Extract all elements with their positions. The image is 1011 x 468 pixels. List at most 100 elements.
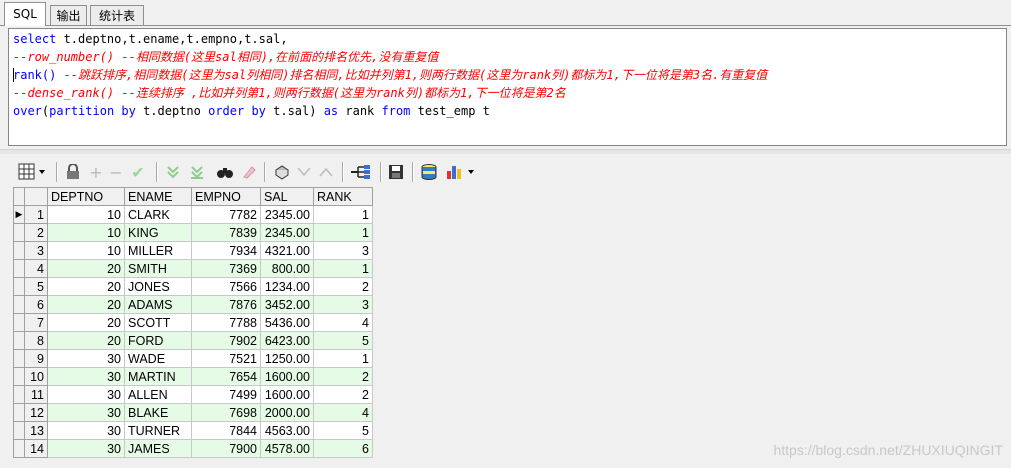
cell-rank[interactable]: 5 xyxy=(313,421,373,440)
cell-deptno[interactable]: 30 xyxy=(47,403,125,422)
cell-deptno[interactable]: 30 xyxy=(47,439,125,458)
cell-empno[interactable]: 7566 xyxy=(191,277,261,296)
print-icon[interactable] xyxy=(272,161,292,183)
cell-deptno[interactable]: 20 xyxy=(47,295,125,314)
cell-rank[interactable]: 1 xyxy=(313,205,373,224)
cell-sal[interactable]: 1600.00 xyxy=(260,385,314,404)
row-indicator[interactable] xyxy=(13,259,25,278)
row-number[interactable]: 7 xyxy=(24,313,48,332)
cell-empno[interactable]: 7698 xyxy=(191,403,261,422)
row-number[interactable]: 1 xyxy=(24,205,48,224)
cell-empno[interactable]: 7934 xyxy=(191,241,261,260)
table-row[interactable]: 14 30 JAMES 7900 4578.00 6 xyxy=(13,439,373,458)
cell-empno[interactable]: 7654 xyxy=(191,367,261,386)
cell-empno[interactable]: 7499 xyxy=(191,385,261,404)
tab-statistics[interactable]: 统计表 xyxy=(90,5,144,25)
cell-empno[interactable]: 7876 xyxy=(191,295,261,314)
cell-ename[interactable]: SMITH xyxy=(124,259,192,278)
row-indicator[interactable]: ▶ xyxy=(13,205,25,224)
cell-deptno[interactable]: 10 xyxy=(47,241,125,260)
result-grid[interactable]: DEPTNO ENAME EMPNO SAL RANK ▶ 1 10 CLARK 778… xyxy=(13,187,373,458)
tab-sql[interactable]: SQL xyxy=(4,2,46,26)
row-indicator[interactable] xyxy=(13,295,25,314)
row-number[interactable]: 11 xyxy=(24,385,48,404)
export-db-icon[interactable] xyxy=(418,161,440,183)
cell-ename[interactable]: ADAMS xyxy=(124,295,192,314)
row-indicator[interactable] xyxy=(13,367,25,386)
cell-rank[interactable]: 2 xyxy=(313,385,373,404)
clear-icon[interactable] xyxy=(240,161,258,183)
cell-ename[interactable]: WADE xyxy=(124,349,192,368)
cell-ename[interactable]: JAMES xyxy=(124,439,192,458)
cell-ename[interactable]: JONES xyxy=(124,277,192,296)
table-row[interactable]: 5 20 JONES 7566 1234.00 2 xyxy=(13,277,373,296)
cell-deptno[interactable]: 30 xyxy=(47,349,125,368)
cell-deptno[interactable]: 20 xyxy=(47,277,125,296)
cell-sal[interactable]: 4563.00 xyxy=(260,421,314,440)
table-row[interactable]: 11 30 ALLEN 7499 1600.00 2 xyxy=(13,385,373,404)
cell-sal[interactable]: 1250.00 xyxy=(260,349,314,368)
filter-down-icon[interactable] xyxy=(164,161,182,183)
pane-splitter[interactable] xyxy=(0,149,1011,154)
cell-empno[interactable]: 7782 xyxy=(191,205,261,224)
table-row[interactable]: 12 30 BLAKE 7698 2000.00 4 xyxy=(13,403,373,422)
cell-sal[interactable]: 2000.00 xyxy=(260,403,314,422)
nav-down-icon[interactable] xyxy=(296,161,312,183)
row-number[interactable]: 13 xyxy=(24,421,48,440)
cell-sal[interactable]: 1234.00 xyxy=(260,277,314,296)
cell-deptno[interactable]: 20 xyxy=(47,259,125,278)
cell-deptno[interactable]: 10 xyxy=(47,205,125,224)
add-record-icon[interactable]: + xyxy=(88,161,104,183)
cell-sal[interactable]: 2345.00 xyxy=(260,205,314,224)
row-number[interactable]: 5 xyxy=(24,277,48,296)
cell-deptno[interactable]: 30 xyxy=(47,421,125,440)
cell-empno[interactable]: 7839 xyxy=(191,223,261,242)
row-indicator[interactable] xyxy=(13,223,25,242)
cell-sal[interactable]: 800.00 xyxy=(260,259,314,278)
row-number[interactable]: 6 xyxy=(24,295,48,314)
row-number[interactable]: 2 xyxy=(24,223,48,242)
cell-empno[interactable]: 7788 xyxy=(191,313,261,332)
sql-editor[interactable]: select t.deptno,t.ename,t.empno,t.sal, -… xyxy=(8,28,1007,146)
table-row[interactable]: ▶ 1 10 CLARK 7782 2345.00 1 xyxy=(13,205,373,224)
row-number[interactable]: 10 xyxy=(24,367,48,386)
tab-output[interactable]: 输出 xyxy=(50,5,87,25)
cell-deptno[interactable]: 20 xyxy=(47,331,125,350)
table-row[interactable]: 4 20 SMITH 7369 800.00 1 xyxy=(13,259,373,278)
column-header[interactable]: EMPNO xyxy=(191,187,261,206)
cell-rank[interactable]: 1 xyxy=(313,259,373,278)
cell-rank[interactable]: 1 xyxy=(313,223,373,242)
cell-rank[interactable]: 6 xyxy=(313,439,373,458)
row-indicator[interactable] xyxy=(13,421,25,440)
cell-rank[interactable]: 3 xyxy=(313,295,373,314)
save-icon[interactable] xyxy=(386,161,406,183)
table-row[interactable]: 9 30 WADE 7521 1250.00 1 xyxy=(13,349,373,368)
row-indicator[interactable] xyxy=(13,349,25,368)
cell-ename[interactable]: CLARK xyxy=(124,205,192,224)
cell-empno[interactable]: 7521 xyxy=(191,349,261,368)
grid-menu-icon[interactable] xyxy=(16,161,50,183)
query-tree-icon[interactable] xyxy=(348,161,374,183)
cell-sal[interactable]: 4321.00 xyxy=(260,241,314,260)
row-number[interactable]: 8 xyxy=(24,331,48,350)
cell-rank[interactable]: 2 xyxy=(313,277,373,296)
table-row[interactable]: 3 10 MILLER 7934 4321.00 3 xyxy=(13,241,373,260)
nav-up-icon[interactable] xyxy=(318,161,334,183)
column-header[interactable]: ENAME xyxy=(124,187,192,206)
cell-ename[interactable]: FORD xyxy=(124,331,192,350)
cell-ename[interactable]: SCOTT xyxy=(124,313,192,332)
row-indicator[interactable] xyxy=(13,403,25,422)
post-record-icon[interactable]: ✔ xyxy=(128,161,148,183)
cell-empno[interactable]: 7902 xyxy=(191,331,261,350)
cell-rank[interactable]: 5 xyxy=(313,331,373,350)
row-indicator[interactable] xyxy=(13,385,25,404)
cell-ename[interactable]: MARTIN xyxy=(124,367,192,386)
cell-deptno[interactable]: 30 xyxy=(47,367,125,386)
cell-ename[interactable]: BLAKE xyxy=(124,403,192,422)
cell-deptno[interactable]: 10 xyxy=(47,223,125,242)
cell-rank[interactable]: 3 xyxy=(313,241,373,260)
column-header[interactable]: DEPTNO xyxy=(47,187,125,206)
cell-ename[interactable]: ALLEN xyxy=(124,385,192,404)
cell-sal[interactable]: 1600.00 xyxy=(260,367,314,386)
row-indicator[interactable] xyxy=(13,277,25,296)
